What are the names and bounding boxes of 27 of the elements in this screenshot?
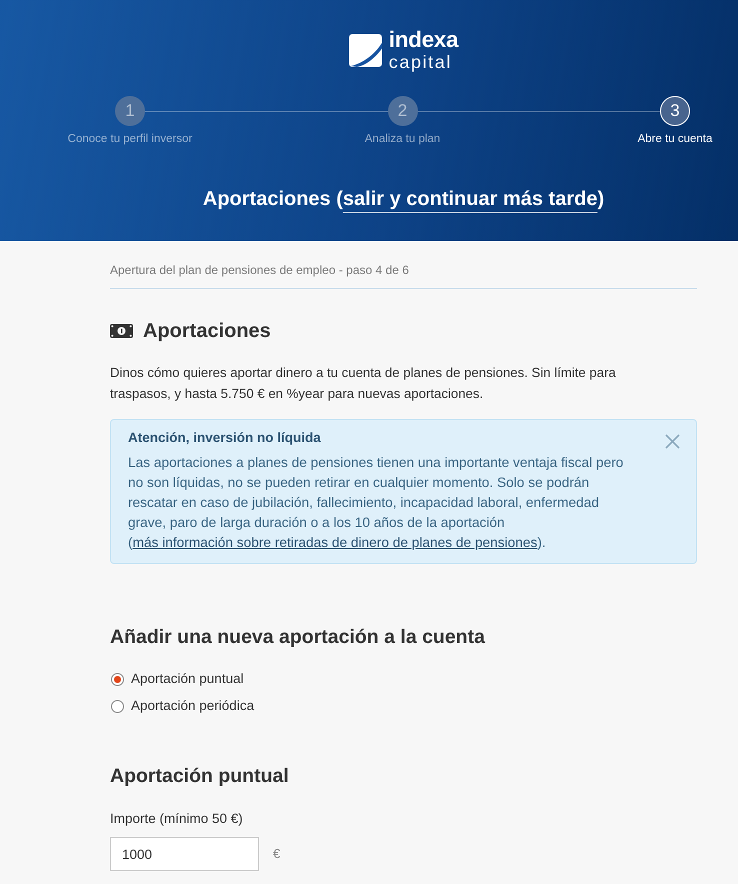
radio-button[interactable] <box>111 700 124 712</box>
step-label[interactable]: Abre tu cuenta <box>638 131 712 147</box>
option-label[interactable]: Aportación puntual <box>131 669 244 689</box>
radio-button[interactable] <box>111 672 124 686</box>
section-heading: Añadir una nueva aportación a la cuenta <box>110 625 486 650</box>
banknote-icon <box>110 324 133 338</box>
step-label[interactable]: Conoce tu perfil inversor <box>68 131 192 147</box>
amount-input[interactable]: 1000 <box>110 837 259 871</box>
logo-tagline: capital <box>388 52 453 71</box>
field-label: Importe (mínimo 50 €) <box>110 810 244 828</box>
alert-text: Las aportaciones a planes de pensiones tienen una importante ventaja fiscal pero no son líquidas, no se pueden retirar en cualquier momento. Solo se podrán rescatar en caso de jubilación, fallecimiento, incapacidad laboral, enfermedad grave, paro de larga duración o a los 10 años de la aportación (más información sobre retiradas de dinero de planes de pensiones). <box>128 454 624 552</box>
intro-text: Dinos cómo quieres aportar dinero a tu cuenta de planes de pensiones. Sin límite para traspasos, y hasta 5.750 € en %year para nuevas aportaciones. <box>110 364 617 403</box>
page-title: Aportaciones (salir y continuar más tarde) <box>202 187 606 212</box>
more-info-link[interactable]: más información sobre retiradas de dinero de planes de pensiones <box>132 535 538 550</box>
section-heading: Aportación puntual <box>110 764 290 789</box>
close-icon <box>665 434 680 449</box>
logo-name: indexa <box>388 29 458 52</box>
logo-icon <box>348 34 382 66</box>
step-caption: Apertura del plan de pensiones de empleo - paso 4 de 6 <box>110 262 410 278</box>
option-label[interactable]: Aportación periódica <box>131 696 254 716</box>
alert-title: Atención, inversión no líquida <box>128 429 322 447</box>
step-label[interactable]: Analiza tu plan <box>364 131 440 147</box>
currency-label: € <box>273 845 280 864</box>
step-number[interactable]: 3 <box>660 96 690 126</box>
exit-link[interactable]: salir y continuar más tarde <box>342 188 598 210</box>
close-button[interactable] <box>665 434 680 449</box>
section-title: Aportaciones <box>143 319 271 344</box>
